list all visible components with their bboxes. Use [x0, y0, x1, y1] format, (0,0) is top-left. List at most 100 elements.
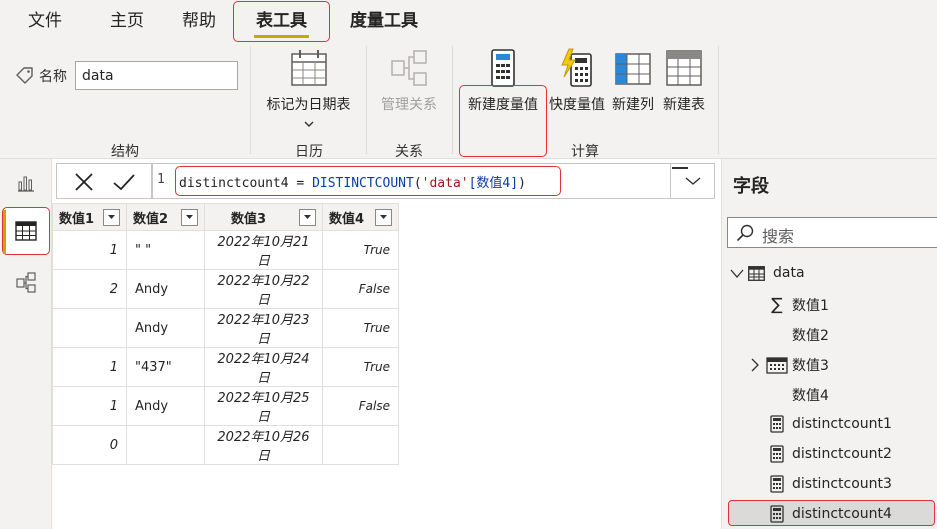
commit-formula-button[interactable]: [107, 168, 141, 196]
table-cell[interactable]: 2022年10月26日: [204, 425, 323, 465]
name-label: 名称: [39, 69, 67, 85]
table-name-input[interactable]: [75, 61, 238, 90]
new-table-icon: [666, 50, 702, 86]
mark-as-date-table-label: 标记为日期表: [266, 97, 351, 113]
tab-help[interactable]: 帮助: [176, 0, 222, 42]
table-cell[interactable]: 2022年10月21日: [204, 230, 323, 270]
chevron-down-icon: [186, 215, 193, 219]
quick-measure-label: 快度量值: [549, 97, 605, 113]
field-item-label: distinctcount2: [792, 446, 892, 462]
column-header-label: 数值3: [231, 211, 267, 227]
table-cell[interactable]: [126, 425, 205, 465]
mark-as-date-table-button[interactable]: 标记为日期表: [261, 48, 356, 128]
field-item[interactable]: 数值2: [766, 325, 829, 345]
tab-file[interactable]: 文件: [22, 0, 68, 42]
field-measure[interactable]: distinctcount3: [766, 475, 892, 493]
table-cell[interactable]: 2022年10月22日: [204, 269, 323, 309]
table-cell[interactable]: Andy: [126, 269, 205, 309]
view-switcher-rail: [0, 159, 52, 529]
field-item-label: distinctcount3: [792, 476, 892, 492]
table-cell[interactable]: Andy: [126, 386, 205, 426]
column-header-label: 数值2: [133, 211, 169, 227]
field-measure-selected[interactable]: distinctcount4: [766, 505, 892, 523]
field-table-name: data: [773, 265, 805, 281]
group-label-structure: 结构: [111, 144, 139, 160]
column-header[interactable]: 数值4: [322, 203, 399, 231]
ribbon-divider: [718, 46, 719, 154]
column-header[interactable]: 数值3: [204, 203, 323, 231]
filter-dropdown-button[interactable]: [181, 208, 198, 226]
table-header-row: 数值1 数值2 数值3 数值4: [52, 203, 399, 231]
table-cell[interactable]: True: [322, 230, 399, 270]
table-cell[interactable]: 2: [52, 269, 127, 309]
new-column-icon: [615, 53, 651, 85]
ribbon-tab-bar: 文件 主页 帮助 表工具 度量工具: [0, 0, 937, 42]
report-view-button[interactable]: [0, 159, 52, 207]
field-item[interactable]: ∑ 数值1: [766, 295, 829, 315]
formula-line-number: 1: [157, 172, 165, 187]
table-row: 2 Andy 2022年10月22日 False: [52, 269, 399, 309]
table-row: 1 " " 2022年10月21日 True: [52, 230, 399, 270]
tab-home[interactable]: 主页: [104, 0, 150, 42]
table-cell[interactable]: [322, 425, 399, 465]
table-row: 1 Andy 2022年10月25日 False: [52, 386, 399, 426]
table-cell[interactable]: Andy: [126, 308, 205, 348]
table-cell[interactable]: False: [322, 386, 399, 426]
new-measure-highlight-box: [459, 85, 547, 157]
table-cell[interactable]: 2022年10月24日: [204, 347, 323, 387]
model-view-button[interactable]: [0, 259, 52, 307]
calculator-icon: [770, 445, 784, 463]
table-row: Andy 2022年10月23日 True: [52, 308, 399, 348]
tab-highlight-box: [233, 1, 330, 42]
filter-dropdown-button[interactable]: [375, 208, 392, 226]
field-item[interactable]: 数值4: [766, 385, 829, 405]
formula-highlight-box: [175, 166, 561, 196]
field-table-data[interactable]: data: [730, 265, 805, 281]
ribbon: 名称 结构 标记为日期表 日历 管理关系 关系: [0, 42, 937, 160]
chevron-down-icon: [108, 215, 115, 219]
data-table: 数值1 数值2 数值3 数值4 1 " " 2022年10月21日 True 2…: [52, 203, 399, 465]
field-item[interactable]: 数值3: [750, 355, 829, 375]
field-item-label: 数值2: [792, 328, 829, 344]
filter-dropdown-button[interactable]: [299, 208, 316, 226]
table-cell[interactable]: "437": [126, 347, 205, 387]
column-header[interactable]: 数值1: [52, 203, 127, 231]
field-item-label: distinctcount4: [792, 506, 892, 522]
field-measure[interactable]: distinctcount2: [766, 445, 892, 463]
filter-dropdown-button[interactable]: [103, 208, 120, 226]
table-cell[interactable]: 0: [52, 425, 127, 465]
field-item-label: distinctcount1: [792, 416, 892, 432]
model-icon: [16, 272, 36, 293]
table-cell[interactable]: " ": [126, 230, 205, 270]
fields-search-input[interactable]: 搜索: [727, 217, 937, 248]
quick-measure-button[interactable]: 快度量值: [546, 48, 608, 114]
table-cell[interactable]: 1: [52, 347, 127, 387]
tab-measure-tools[interactable]: 度量工具: [340, 0, 428, 42]
fields-pane-title: 字段: [733, 176, 769, 197]
table-grid-icon: [15, 221, 37, 241]
bar-chart-icon: [18, 176, 34, 192]
table-cell[interactable]: True: [322, 347, 399, 387]
column-header[interactable]: 数值2: [126, 203, 205, 231]
expand-formula-button[interactable]: [670, 164, 715, 198]
table-cell[interactable]: 2022年10月23日: [204, 308, 323, 348]
active-view-accent: [3, 210, 6, 254]
field-measure[interactable]: distinctcount1: [766, 415, 892, 433]
table-row: 0 2022年10月26日: [52, 425, 399, 465]
chevron-down-icon: [685, 177, 701, 185]
field-item-label: 数值1: [792, 298, 829, 314]
table-cell[interactable]: 1: [52, 386, 127, 426]
table-cell[interactable]: False: [322, 269, 399, 309]
formula-commit-box: [56, 163, 152, 199]
cancel-formula-button[interactable]: [67, 168, 101, 196]
table-cell[interactable]: [52, 308, 127, 348]
table-cell[interactable]: 2022年10月25日: [204, 386, 323, 426]
close-icon: [75, 173, 93, 191]
table-cell[interactable]: True: [322, 308, 399, 348]
search-placeholder: 搜索: [762, 227, 795, 246]
manage-relationships-button[interactable]: 管理关系: [377, 48, 441, 114]
new-column-button[interactable]: 新建列: [609, 48, 657, 114]
new-table-button[interactable]: 新建表: [660, 48, 708, 114]
data-view-button[interactable]: [2, 207, 50, 255]
table-cell[interactable]: 1: [52, 230, 127, 270]
